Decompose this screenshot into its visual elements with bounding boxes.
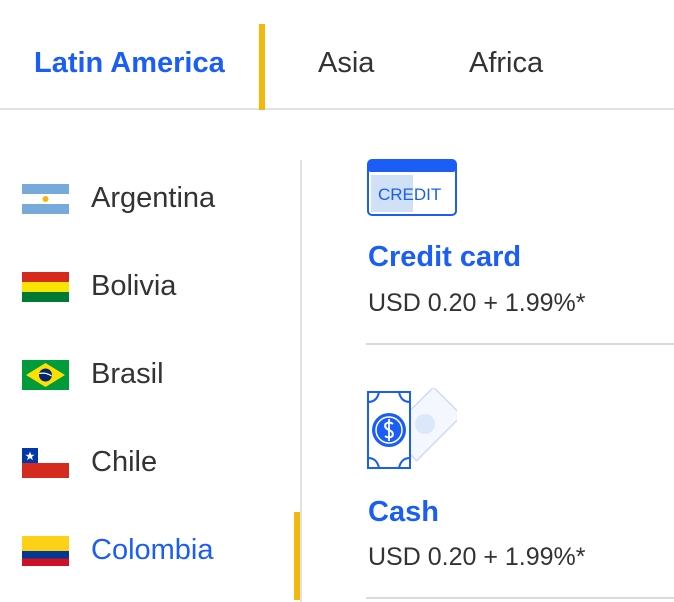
country-item-chile[interactable]: Chile	[0, 432, 300, 492]
argentina-flag-icon	[22, 184, 69, 214]
region-tabs: Latin America Asia Africa	[0, 0, 674, 110]
bolivia-flag-icon	[22, 272, 69, 302]
cash-icon	[367, 388, 457, 469]
country-list: Argentina Bolivia Brasil Chile Colombia	[0, 160, 302, 602]
method-separator	[366, 597, 674, 599]
payment-methods: CREDIT Credit card USD 0.20 + 1.99%* Cas…	[366, 155, 674, 602]
credit-card-icon: CREDIT	[367, 159, 457, 216]
tab-asia[interactable]: Asia	[318, 47, 374, 80]
country-item-colombia[interactable]: Colombia	[0, 520, 300, 580]
country-name: Argentina	[91, 182, 216, 214]
chile-flag-icon	[22, 448, 69, 478]
active-tab-indicator	[259, 24, 265, 110]
payment-method-title: Credit card	[368, 241, 522, 273]
country-item-brasil[interactable]: Brasil	[0, 344, 300, 404]
country-name: Chile	[91, 446, 158, 478]
active-country-indicator	[294, 512, 300, 600]
country-name: Brasil	[91, 358, 164, 390]
country-name: Bolivia	[91, 270, 177, 302]
tab-africa[interactable]: Africa	[469, 47, 543, 80]
country-name: Colombia	[91, 534, 214, 566]
payment-method-title: Cash	[368, 496, 439, 528]
tab-latin-america[interactable]: Latin America	[34, 47, 225, 80]
payment-method-fee: USD 0.20 + 1.99%*	[368, 543, 586, 571]
country-item-argentina[interactable]: Argentina	[0, 168, 300, 228]
country-item-bolivia[interactable]: Bolivia	[0, 256, 300, 316]
colombia-flag-icon	[22, 536, 69, 566]
credit-card-icon-text: CREDIT	[378, 185, 441, 204]
payment-method-fee: USD 0.20 + 1.99%*	[368, 289, 586, 317]
brazil-flag-icon	[22, 360, 69, 390]
method-separator	[366, 343, 674, 345]
